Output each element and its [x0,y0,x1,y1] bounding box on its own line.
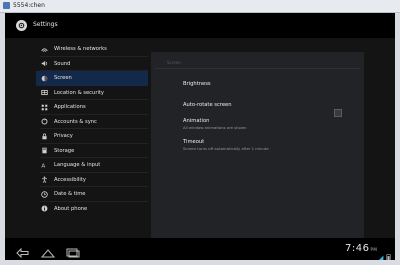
sidebar-item-label: Wireless & networks [54,46,107,53]
sync-icon [41,118,48,125]
pref-title: Animation [183,118,210,124]
signal-icon [378,246,384,260]
sidebar-item-label: Language & input [54,162,101,169]
pref-summary: All window animations are shown [183,125,247,130]
clock-icon [41,191,48,198]
storage-icon [41,147,48,154]
pref-summary: Screen turns off automatically after 1 m… [183,146,269,151]
sidebar-item-storage[interactable]: Storage [36,144,148,158]
privacy-icon [41,133,48,140]
sidebar-item-label: Location & security [54,89,104,96]
info-icon [41,205,48,212]
pref-brightness[interactable]: Brightness [183,81,211,87]
sidebar-item-applications[interactable]: Applications [36,100,148,115]
sidebar-item-label: Applications [54,104,86,111]
app-title: Settings [33,21,58,28]
home-icon[interactable] [40,243,56,260]
settings-sidebar: Wireless & networks Sound Screen Locatio… [36,42,148,216]
settings-gear-icon[interactable] [16,20,27,31]
clock-time: 7:46 [345,243,370,254]
sidebar-item-screen[interactable]: Screen [36,71,148,86]
sidebar-item-label: Privacy [54,133,73,140]
speaker-icon [41,60,48,67]
action-bar: Settings [5,13,395,38]
apps-icon [41,104,48,111]
language-icon: A [41,162,48,168]
sidebar-item-label: Accessibility [54,176,86,183]
window-title: 5554:chen [13,2,45,9]
device-screen: Settings Wireless & networks Sound Scree… [5,13,395,260]
emulator-app-icon [3,2,10,9]
sidebar-item-sound[interactable]: Sound [36,57,148,71]
wireless-icon [41,46,48,53]
sidebar-item-accounts[interactable]: Accounts & sync [36,115,148,129]
pref-title: Auto-rotate screen [183,102,232,108]
panel-header: Screen [167,60,181,65]
sidebar-item-label: Storage [54,147,75,154]
clock-ampm: PM [370,247,378,252]
pref-autorotate[interactable]: Auto-rotate screen [183,102,232,108]
divider [155,68,360,69]
emulator-window: 5554:chen Settings Wireless & networks S… [0,0,400,265]
screen-icon [41,75,48,82]
window-titlebar[interactable]: 5554:chen [0,0,400,13]
sidebar-item-label: Accounts & sync [54,118,97,125]
sidebar-item-location[interactable]: Location & security [36,86,148,100]
back-icon[interactable] [16,243,30,260]
sidebar-item-language[interactable]: A Language & input [36,158,148,173]
recent-apps-icon[interactable] [66,243,80,260]
sidebar-item-privacy[interactable]: Privacy [36,129,148,144]
pref-timeout[interactable]: Timeout Screen turns off automatically a… [183,139,269,151]
sidebar-item-wireless[interactable]: Wireless & networks [36,42,148,57]
pref-title: Brightness [183,81,211,87]
system-bar: 7:46PM [5,238,395,260]
pref-animation[interactable]: Animation All window animations are show… [183,118,246,130]
screen-settings-panel: Screen Brightness Auto-rotate screen Ani… [151,52,364,244]
sidebar-item-date-time[interactable]: Date & time [36,187,148,202]
accessibility-icon [41,176,48,184]
status-clock[interactable]: 7:46PM [345,243,377,254]
sidebar-item-accessibility[interactable]: Accessibility [36,173,148,187]
sidebar-item-label: Date & time [54,191,86,198]
sidebar-item-label: About phone [54,205,88,212]
sidebar-item-label: Screen [54,75,72,82]
autorotate-checkbox[interactable] [334,109,342,117]
sidebar-item-label: Sound [54,60,71,67]
settings-stage: Wireless & networks Sound Screen Locatio… [5,38,395,244]
location-icon [41,89,48,96]
sidebar-item-about[interactable]: About phone [36,202,148,217]
battery-icon [386,246,391,260]
pref-title: Timeout [183,139,205,145]
svg-text:A: A [41,163,45,168]
